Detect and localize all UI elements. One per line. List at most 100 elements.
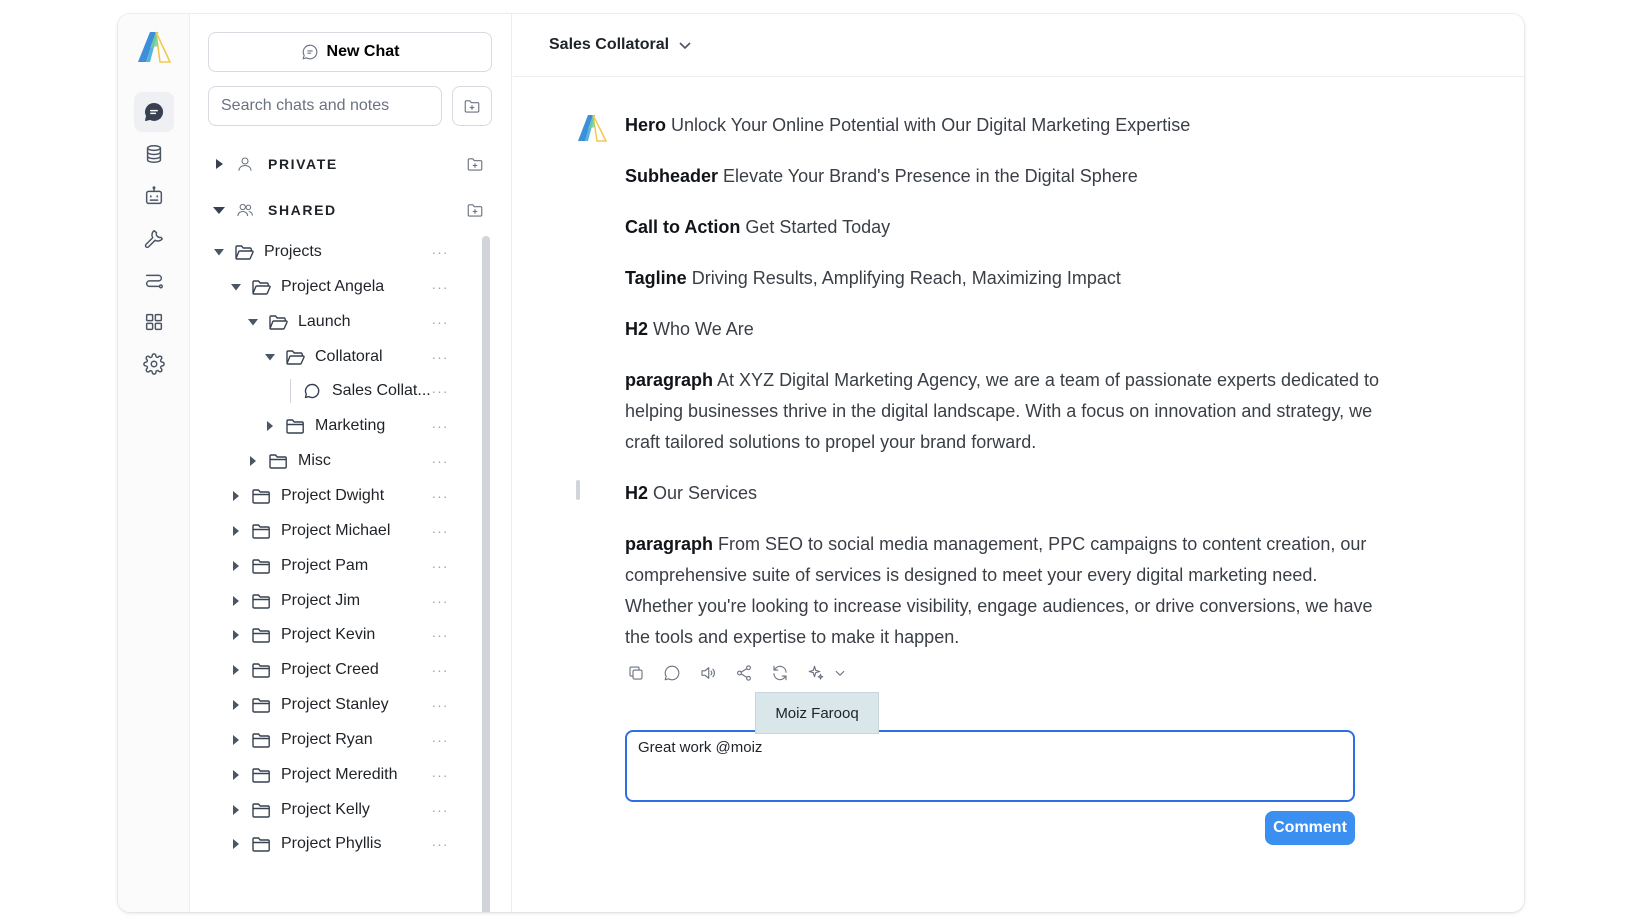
route-icon[interactable]	[134, 260, 174, 300]
more-options-icon[interactable]: ···	[430, 693, 450, 717]
more-options-icon[interactable]: ···	[430, 763, 450, 787]
tree-item-label: Marketing	[315, 417, 386, 435]
caret-right-icon[interactable]	[229, 733, 243, 747]
refresh-icon[interactable]	[769, 662, 791, 684]
caret-right-icon[interactable]	[263, 419, 277, 433]
sidebar-scrollbar[interactable]	[482, 236, 490, 912]
block-text: Elevate Your Brand's Presence in the Dig…	[723, 166, 1138, 186]
caret-right-icon[interactable]	[246, 454, 260, 468]
tree-chat-item[interactable]: Sales Collat...	[280, 379, 431, 404]
folder-open-icon	[268, 313, 288, 331]
folder-plus-icon[interactable]	[466, 155, 484, 173]
chat-title[interactable]: Sales Collatoral	[549, 36, 669, 54]
copy-icon[interactable]	[625, 662, 647, 684]
tree-folder-item[interactable]: Project Phyllis	[229, 832, 381, 856]
more-options-icon[interactable]: ···	[430, 449, 450, 473]
more-options-icon[interactable]: ···	[430, 798, 450, 822]
search-input[interactable]	[208, 86, 442, 126]
tree-folder-item[interactable]: Collatoral	[263, 345, 383, 369]
tree-item-label: Project Meredith	[281, 765, 398, 783]
more-options-icon[interactable]: ···	[430, 554, 450, 578]
new-chat-button[interactable]: New Chat	[208, 32, 492, 72]
bot-icon[interactable]	[134, 176, 174, 216]
section-private[interactable]: PRIVATE	[208, 152, 492, 176]
gear-icon[interactable]	[134, 344, 174, 384]
tree-folder-item[interactable]: Project Creed	[229, 658, 379, 682]
block-tag: H2	[625, 319, 649, 339]
more-options-icon[interactable]: ···	[430, 519, 450, 543]
block-tag: paragraph	[625, 534, 714, 554]
more-options-icon[interactable]: ···	[430, 345, 450, 369]
app-logo	[134, 28, 174, 66]
sparkle-icon[interactable]	[805, 662, 827, 684]
tree-folder-item[interactable]: Project Angela	[229, 275, 384, 299]
caret-right-icon[interactable]	[229, 803, 243, 817]
caret-down-icon[interactable]	[229, 280, 243, 294]
caret-down-icon[interactable]	[212, 245, 226, 259]
tree-item-label: Sales Collat...	[332, 382, 431, 400]
caret-right-icon[interactable]	[229, 698, 243, 712]
caret-down-icon[interactable]	[212, 203, 226, 217]
caret-right-icon[interactable]	[229, 768, 243, 782]
tree-item-label: Project Creed	[281, 661, 379, 679]
grid-icon[interactable]	[134, 302, 174, 342]
tree-folder-item[interactable]: Project Ryan	[229, 728, 373, 752]
more-options-icon[interactable]: ···	[430, 728, 450, 752]
new-folder-button[interactable]	[452, 86, 492, 126]
tree-folder-item[interactable]: Marketing	[263, 414, 385, 438]
section-label: SHARED	[268, 202, 337, 218]
app-window: New Chat PRIVATE SHARED Projects ··· Proje…	[118, 14, 1524, 912]
more-options-icon[interactable]: ···	[430, 240, 450, 264]
tree-folder-item[interactable]: Project Michael	[229, 519, 390, 543]
tree-folder-item[interactable]: Project Kelly	[229, 798, 370, 822]
caret-right-icon[interactable]	[229, 594, 243, 608]
tree-folder-item[interactable]: Launch	[246, 310, 351, 334]
caret-right-icon[interactable]	[229, 559, 243, 573]
more-options-icon[interactable]: ···	[430, 310, 450, 334]
chat-icon[interactable]	[134, 92, 174, 132]
tree-item-label: Project Jim	[281, 591, 361, 609]
caret-right-icon[interactable]	[229, 628, 243, 642]
share-icon[interactable]	[733, 662, 755, 684]
tree-folder-item[interactable]: Project Pam	[229, 554, 368, 578]
caret-down-icon[interactable]	[246, 315, 260, 329]
more-options-icon[interactable]: ···	[430, 275, 450, 299]
tree-folder-item[interactable]: Projects	[212, 240, 322, 264]
folder-plus-icon[interactable]	[466, 201, 484, 219]
chevron-down-icon[interactable]	[677, 37, 693, 53]
caret-right-icon[interactable]	[212, 157, 226, 171]
tree-item-label: Project Stanley	[281, 696, 389, 714]
caret-right-icon[interactable]	[229, 524, 243, 538]
more-options-icon[interactable]: ···	[430, 832, 450, 856]
tree-folder-item[interactable]: Project Dwight	[229, 484, 384, 508]
chevron-down-icon[interactable]	[829, 662, 851, 684]
sidebar: New Chat PRIVATE SHARED Projects ··· Proje…	[190, 14, 580, 912]
more-options-icon[interactable]: ···	[430, 623, 450, 647]
more-options-icon[interactable]: ···	[430, 379, 450, 403]
mention-suggestion[interactable]: Moiz Farooq	[755, 692, 879, 734]
tree-folder-item[interactable]: Misc	[246, 449, 331, 473]
more-options-icon[interactable]: ···	[430, 414, 450, 438]
caret-down-icon[interactable]	[263, 350, 277, 364]
caret-right-icon[interactable]	[229, 663, 243, 677]
folder-icon	[251, 731, 271, 749]
tree-folder-item[interactable]: Project Meredith	[229, 763, 398, 787]
speaker-icon[interactable]	[697, 662, 719, 684]
database-icon[interactable]	[134, 134, 174, 174]
chat-header[interactable]: Sales Collatoral	[513, 14, 1524, 77]
more-options-icon[interactable]: ···	[430, 484, 450, 508]
section-shared[interactable]: SHARED	[208, 198, 492, 222]
more-options-icon[interactable]: ···	[430, 658, 450, 682]
tree-item-label: Projects	[264, 243, 322, 260]
more-options-icon[interactable]: ···	[430, 589, 450, 613]
caret-right-icon[interactable]	[229, 489, 243, 503]
comment-button[interactable]: Comment	[1265, 811, 1355, 845]
message-block: Hero Unlock Your Online Potential with O…	[625, 110, 1385, 141]
comment-input[interactable]	[625, 730, 1355, 802]
tree-folder-item[interactable]: Project Kevin	[229, 623, 375, 647]
caret-right-icon[interactable]	[229, 837, 243, 851]
tree-folder-item[interactable]: Project Jim	[229, 589, 360, 613]
comment-icon[interactable]	[661, 662, 683, 684]
wrench-icon[interactable]	[134, 218, 174, 258]
tree-folder-item[interactable]: Project Stanley	[229, 693, 389, 717]
